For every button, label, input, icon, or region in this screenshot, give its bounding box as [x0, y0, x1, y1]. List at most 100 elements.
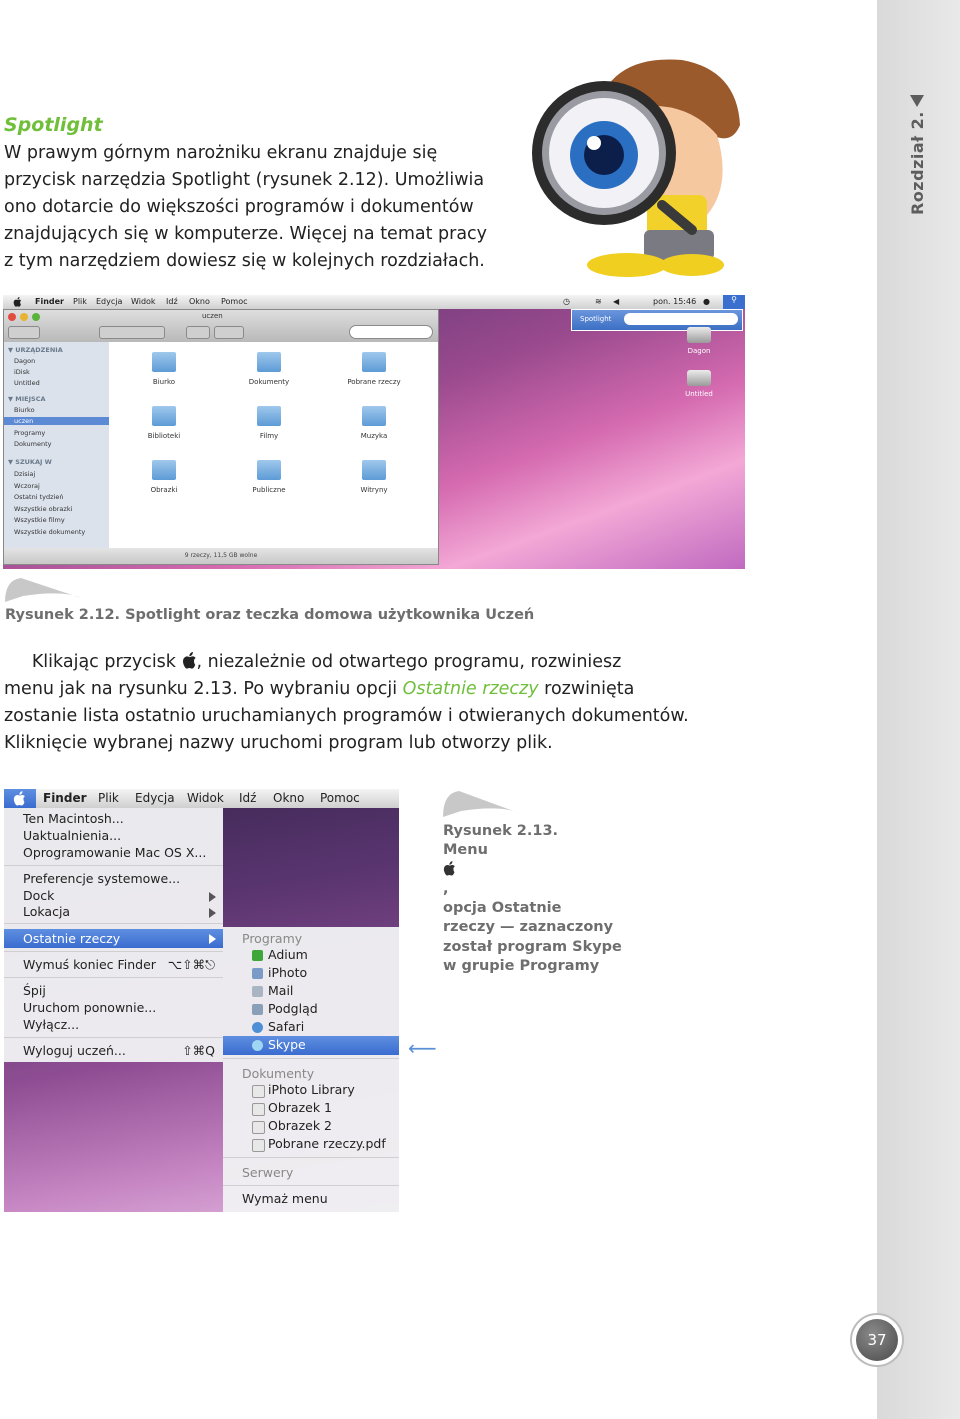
menu-item-shutdown[interactable]: Wyłącz... — [23, 1017, 79, 1032]
menu-finder[interactable]: Finder — [43, 791, 87, 805]
view-mode-buttons[interactable] — [99, 326, 165, 339]
apple-menu-button[interactable] — [4, 789, 36, 808]
menu-separator — [4, 977, 223, 978]
hard-disk-icon — [687, 327, 711, 343]
sidebar-item[interactable]: Biurko — [14, 406, 35, 414]
apple-icon — [182, 652, 196, 669]
menu-widok[interactable]: Widok — [131, 297, 156, 306]
menu-item-system-prefs[interactable]: Preferencje systemowe... — [23, 871, 180, 886]
folder-icon — [362, 352, 386, 372]
menubar-clock[interactable]: pon. 15:46 — [653, 297, 696, 306]
menu-item-restart[interactable]: Uruchom ponownie... — [23, 1000, 156, 1015]
user-icon[interactable]: ● — [703, 297, 710, 306]
sidebar-item[interactable]: Wszystkie filmy — [14, 516, 65, 524]
apple-icon[interactable] — [13, 297, 22, 309]
search-input[interactable] — [349, 325, 433, 339]
menu-item-dock[interactable]: Dock — [23, 888, 54, 903]
recent-app-item-selected[interactable]: Skype — [268, 1037, 306, 1052]
wifi-icon[interactable]: ≋ — [595, 297, 602, 306]
sidebar-item[interactable]: Dokumenty — [14, 440, 52, 448]
spotlight-input[interactable] — [624, 313, 738, 325]
submenu-arrow-icon — [209, 892, 216, 902]
menu-pomoc[interactable]: Pomoc — [221, 297, 248, 306]
menu-plik[interactable]: Plik — [73, 297, 87, 306]
menu-item-logout[interactable]: Wyloguj uczeń... — [23, 1043, 126, 1058]
sidebar-item[interactable]: Wszystkie dokumenty — [14, 528, 85, 536]
menu-edycja[interactable]: Edycja — [96, 297, 122, 306]
submenu-header-programs: Programy — [242, 931, 303, 946]
menu-okno[interactable]: Okno — [273, 791, 304, 805]
pointer-arrow-icon: ⟵ — [408, 1036, 437, 1060]
sidebar-item[interactable]: Dzisiaj — [14, 470, 35, 478]
menu-okno[interactable]: Okno — [189, 297, 210, 306]
menu-item-about[interactable]: Ten Macintosh... — [23, 811, 124, 826]
zoom-button[interactable] — [32, 313, 40, 321]
menu-item-software-update[interactable]: Uaktualnienia... — [23, 828, 121, 843]
folder-item[interactable]: Publiczne — [229, 460, 309, 494]
hard-disk-icon — [687, 370, 711, 386]
document-icon — [252, 1085, 265, 1098]
menu-item-force-quit[interactable]: Wymuś koniec Finder — [23, 957, 156, 972]
folder-icon — [152, 460, 176, 480]
menu-idz[interactable]: Idź — [166, 297, 178, 306]
recent-app-item[interactable]: Mail — [268, 983, 293, 998]
caption-line: opcja Ostatnie — [443, 900, 562, 917]
intro-line: przycisk narzędzia Spotlight (rysunek 2.… — [4, 170, 485, 190]
sidebar-item[interactable]: iDisk — [14, 368, 30, 376]
menu-separator — [223, 1185, 399, 1186]
minimize-button[interactable] — [20, 313, 28, 321]
folder-item[interactable]: Obrazki — [124, 460, 204, 494]
desktop-disk[interactable]: Dagon — [674, 327, 724, 355]
sidebar-item[interactable]: Programy — [14, 429, 45, 437]
menu-bar: Finder Plik Edycja Widok Idź Okno Pomoc — [4, 789, 399, 808]
menu-edycja[interactable]: Edycja — [135, 791, 175, 805]
recent-app-item[interactable]: Adium — [268, 947, 308, 962]
caption-line: został program Skype — [443, 938, 622, 955]
sidebar-item[interactable]: Dagon — [14, 357, 35, 365]
menu-item-location[interactable]: Lokacja — [23, 904, 70, 919]
recent-app-item[interactable]: iPhoto — [268, 965, 307, 980]
intro-line: z tym narzędziem dowiesz się w kolejnych… — [4, 251, 485, 271]
quicklook-button[interactable] — [186, 326, 210, 339]
body-paragraph: Klikając przycisk , niezależnie od otwar… — [4, 649, 704, 757]
volume-icon[interactable]: ◀ — [613, 297, 619, 306]
menu-plik[interactable]: Plik — [98, 791, 119, 805]
intro-line: W prawym górnym narożniku ekranu znajduj… — [4, 143, 438, 163]
menu-pomoc[interactable]: Pomoc — [320, 791, 360, 805]
menu-item-mac-software[interactable]: Oprogramowanie Mac OS X... — [23, 845, 206, 860]
menu-widok[interactable]: Widok — [187, 791, 224, 805]
folder-item[interactable]: Biblioteki — [124, 406, 204, 440]
sidebar-header: ▼ SZUKAJ W — [8, 458, 52, 466]
spotlight-icon[interactable]: ⚲ — [723, 295, 745, 309]
mascot-magnifier-illustration — [532, 59, 740, 277]
desktop-disk[interactable]: Untitled — [674, 370, 724, 398]
menu-item-recent-items[interactable]: Ostatnie rzeczy — [23, 931, 120, 946]
sidebar-item[interactable]: Ostatni tydzień — [14, 493, 63, 501]
folder-item[interactable]: Witryny — [334, 460, 414, 494]
close-button[interactable] — [8, 313, 16, 321]
figure-caption-2-12: Rysunek 2.12. Spotlight oraz teczka domo… — [5, 607, 535, 623]
sidebar-item[interactable]: Untitled — [14, 379, 40, 387]
recent-app-item[interactable]: Podgląd — [268, 1001, 318, 1016]
folder-item[interactable]: Dokumenty — [229, 352, 309, 386]
menu-finder[interactable]: Finder — [35, 297, 64, 306]
menu-idz[interactable]: Idź — [239, 791, 256, 805]
folder-item[interactable]: Pobrane rzeczy — [334, 352, 414, 386]
folder-item[interactable]: Muzyka — [334, 406, 414, 440]
menu-item-sleep[interactable]: Śpij — [23, 983, 46, 998]
figure-2-13-screenshot: Finder Plik Edycja Widok Idź Okno Pomoc … — [4, 789, 399, 1212]
recent-document-item[interactable]: iPhoto Library — [268, 1082, 355, 1097]
recent-document-item[interactable]: Obrazek 1 — [268, 1100, 332, 1115]
back-forward-buttons[interactable] — [8, 326, 40, 339]
action-gear-button[interactable] — [214, 326, 244, 339]
recent-document-item[interactable]: Obrazek 2 — [268, 1118, 332, 1133]
recent-document-item[interactable]: Pobrane rzeczy.pdf — [268, 1136, 386, 1151]
sidebar-item-selected[interactable]: uczen — [4, 417, 109, 425]
menu-separator — [4, 923, 223, 924]
recent-app-item[interactable]: Safari — [268, 1019, 304, 1034]
menu-item-clear[interactable]: Wymaż menu — [242, 1191, 328, 1206]
sidebar-item[interactable]: Wczoraj — [14, 482, 40, 490]
folder-item[interactable]: Filmy — [229, 406, 309, 440]
sidebar-item[interactable]: Wszystkie obrazki — [14, 505, 72, 513]
folder-item[interactable]: Biurko — [124, 352, 204, 386]
